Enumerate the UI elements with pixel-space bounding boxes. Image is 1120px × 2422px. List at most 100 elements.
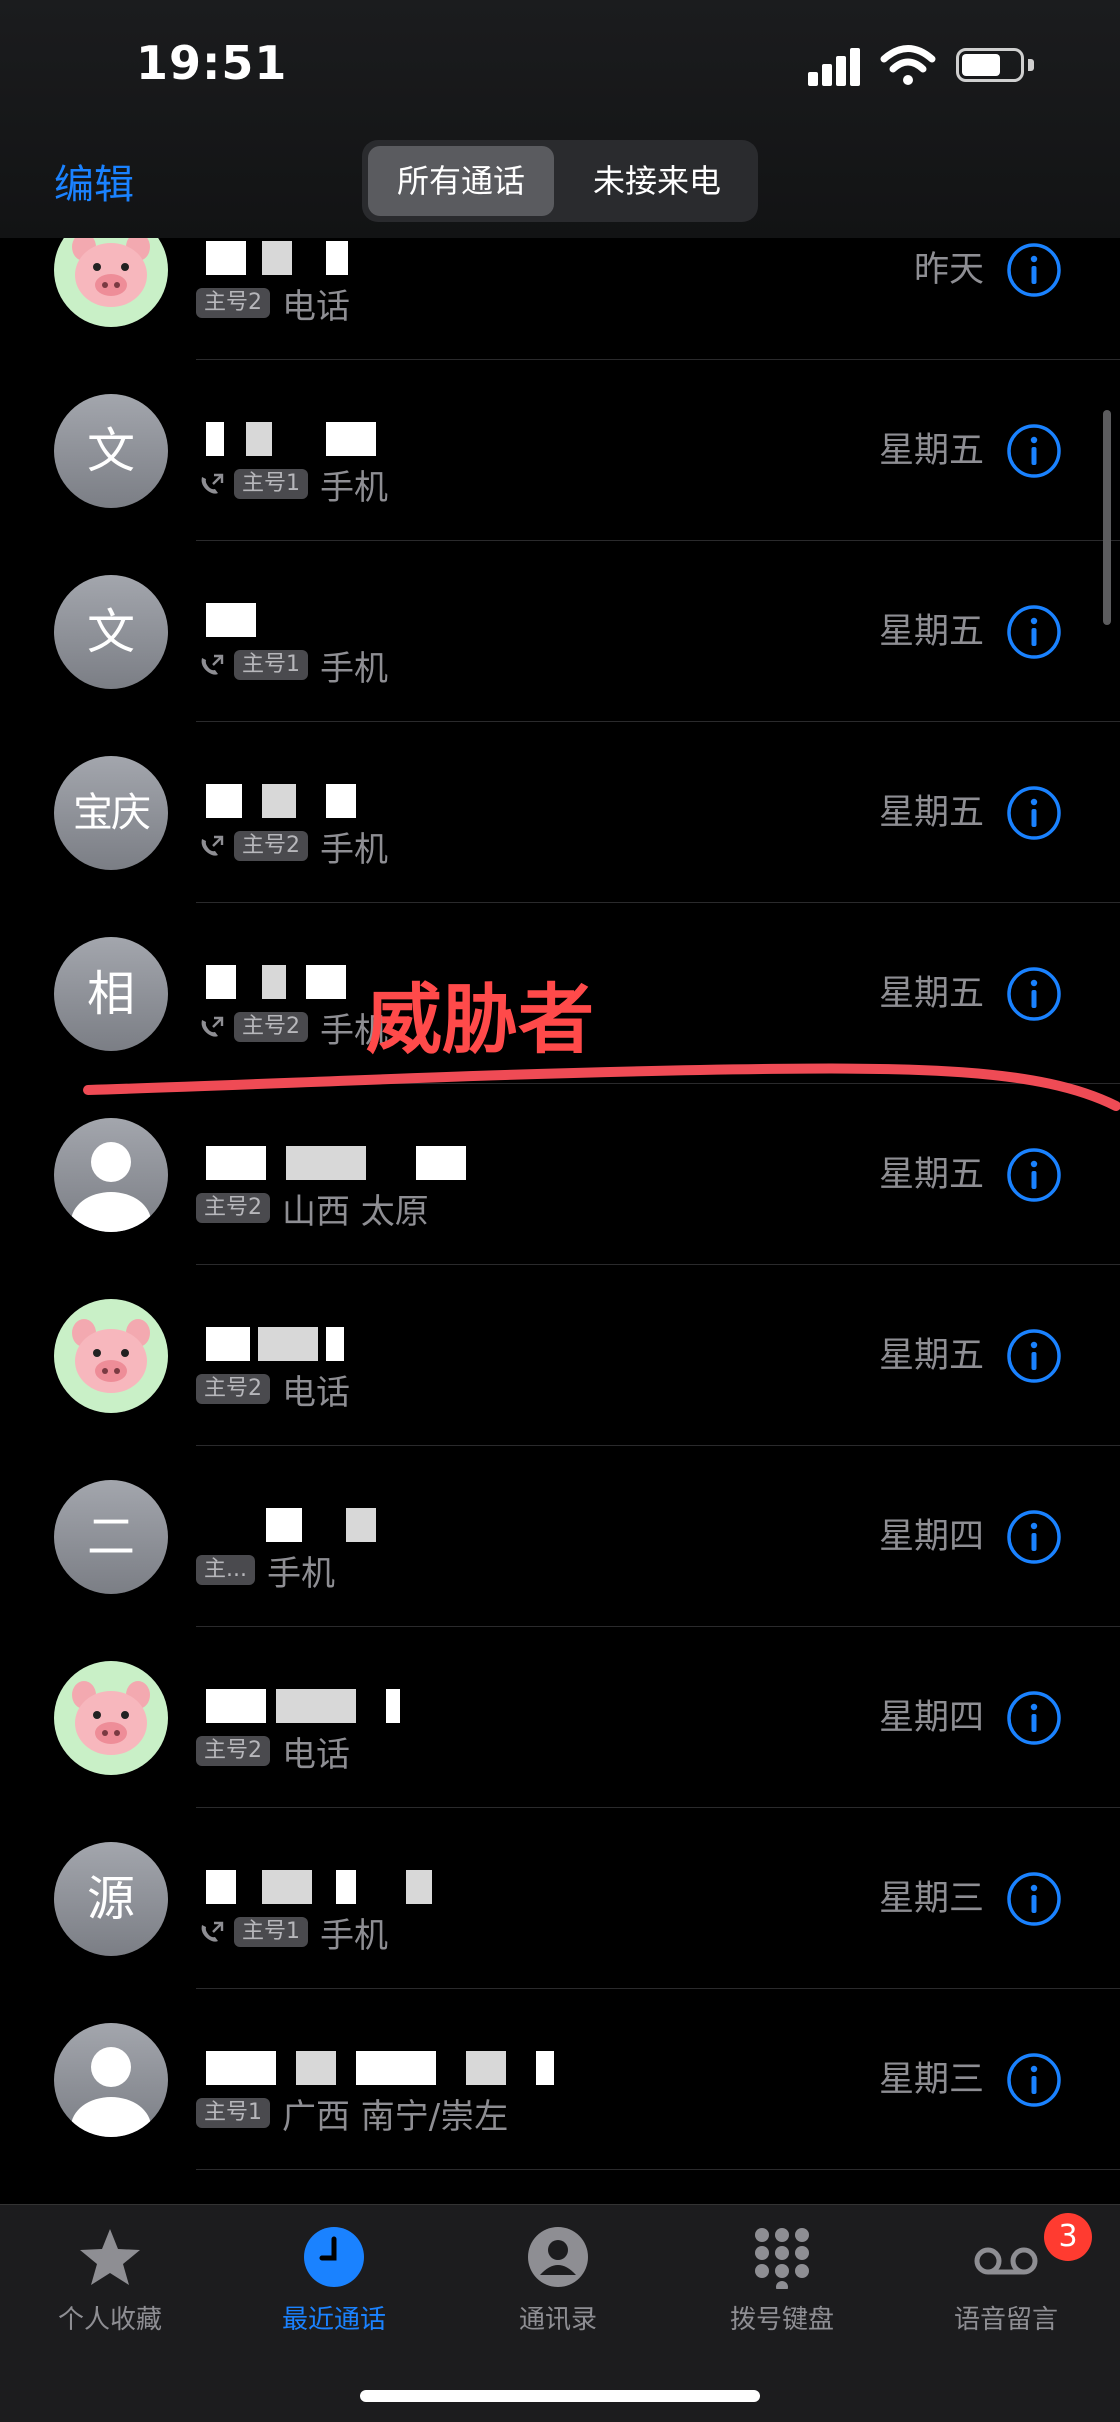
- call-date: 星期三: [878, 2060, 984, 2100]
- outgoing-call-icon: [201, 1016, 224, 1037]
- info-circle-icon[interactable]: [1006, 1147, 1062, 1203]
- contact-avatar: 二: [54, 1480, 168, 1594]
- call-date: 星期三: [878, 1879, 984, 1919]
- call-subtitle: 主号2 电话: [196, 283, 350, 327]
- person-avatar-icon: [54, 1118, 168, 1232]
- segment-missed-calls[interactable]: 未接来电: [562, 146, 752, 216]
- status-time: 19:51: [136, 36, 288, 90]
- clock-icon: [304, 2227, 364, 2287]
- tab-recents[interactable]: 最近通话: [224, 2219, 444, 2359]
- person-circle-icon: [528, 2227, 588, 2287]
- star-icon: [80, 2229, 140, 2285]
- call-date: 星期五: [878, 431, 984, 471]
- call-date: 星期五: [878, 974, 984, 1014]
- call-subtitle: 主号1 广西 南宁/崇左: [196, 2093, 508, 2137]
- scroll-indicator[interactable]: [1103, 410, 1111, 625]
- sim-badge: 主号2: [234, 831, 308, 861]
- outgoing-call-icon: [201, 654, 224, 675]
- home-indicator[interactable]: [360, 2390, 760, 2402]
- edit-button[interactable]: 编辑: [54, 152, 134, 210]
- person-avatar-icon: [54, 2023, 168, 2137]
- cellular-signal-icon: [808, 48, 864, 86]
- call-type-label: 手机: [320, 648, 388, 689]
- sim-badge: 主号2: [234, 1012, 308, 1042]
- tab-keypad[interactable]: 拨号键盘: [672, 2219, 892, 2359]
- call-date: 星期五: [878, 612, 984, 652]
- info-circle-icon[interactable]: [1006, 966, 1062, 1022]
- tab-label: 通讯录: [518, 2305, 597, 2335]
- call-row[interactable]: 主号2 电话 星期五: [0, 1265, 1120, 1446]
- outgoing-call-icon: [201, 473, 224, 494]
- info-circle-icon[interactable]: [1006, 423, 1062, 479]
- call-type-label: 手机: [320, 1915, 388, 1956]
- tab-favorites[interactable]: 个人收藏: [0, 2219, 220, 2359]
- call-type-label: 手机: [320, 467, 388, 508]
- call-subtitle: 主号1 手机: [196, 645, 388, 689]
- call-row[interactable]: 主号2 电话 星期四: [0, 1627, 1120, 1808]
- call-subtitle: 主号2 手机: [196, 826, 388, 870]
- pig-avatar-icon: [54, 1299, 168, 1413]
- info-circle-icon[interactable]: [1006, 1690, 1062, 1746]
- sim-badge: 主号1: [234, 469, 308, 499]
- info-circle-icon[interactable]: [1006, 1509, 1062, 1565]
- battery-icon: [956, 48, 1036, 84]
- call-subtitle: 主... 手机: [196, 1550, 335, 1594]
- call-row[interactable]: 二主... 手机 星期四: [0, 1446, 1120, 1627]
- info-circle-icon[interactable]: [1006, 242, 1062, 298]
- call-subtitle: 主号1 手机: [196, 1912, 388, 1956]
- info-circle-icon[interactable]: [1006, 785, 1062, 841]
- call-type-label: 电话: [282, 286, 350, 327]
- annotation-underline: [83, 1063, 1120, 1111]
- call-subtitle: 主号2 电话: [196, 1369, 350, 1413]
- info-circle-icon[interactable]: [1006, 1871, 1062, 1927]
- sim-badge: 主号1: [196, 2098, 270, 2128]
- contact-avatar: 相: [54, 937, 168, 1051]
- call-type-label: 手机: [266, 1553, 335, 1594]
- call-row[interactable]: 主号1 广西 南宁/崇左 星期三: [0, 1989, 1120, 2170]
- pig-avatar-icon: [54, 1661, 168, 1775]
- call-row[interactable]: 宝庆主号2 手机 星期五: [0, 722, 1120, 903]
- call-type-label: 电话: [282, 1372, 350, 1413]
- call-type-label: 手机: [320, 829, 388, 870]
- sim-badge: 主号2: [196, 1193, 270, 1223]
- pig-avatar-icon: [54, 238, 168, 327]
- row-divider: [196, 2169, 1120, 2170]
- contact-avatar: 宝庆: [54, 756, 168, 870]
- call-type-label: 山西 太原: [282, 1191, 429, 1232]
- contact-avatar: 源: [54, 1842, 168, 1956]
- call-subtitle: 主号2 电话: [196, 1731, 350, 1775]
- sim-badge: 主号2: [196, 1374, 270, 1404]
- call-row[interactable]: 文主号1 手机 星期五: [0, 360, 1120, 541]
- call-date: 星期四: [878, 1517, 984, 1557]
- phone-screen: 19:51 编辑 所有通话 未接来电 主号2 电话 昨天文主号1 手机 星期五文主号1 手…: [0, 0, 1120, 2422]
- call-date: 星期四: [878, 1698, 984, 1738]
- call-date: 星期五: [878, 793, 984, 833]
- tab-label: 语音留言: [953, 2305, 1058, 2335]
- call-row[interactable]: 源主号1 手机 星期三: [0, 1808, 1120, 1989]
- recent-calls-list[interactable]: 主号2 电话 昨天文主号1 手机 星期五文主号1 手机 星期五 宝庆 主号2 手机 星期五相主号2 手…: [0, 238, 1120, 2204]
- info-circle-icon[interactable]: [1006, 604, 1062, 660]
- call-date: 昨天: [913, 250, 984, 290]
- segment-all-calls[interactable]: 所有通话: [368, 146, 554, 216]
- tab-voicemail[interactable]: 3 语音留言: [896, 2213, 1116, 2359]
- sim-badge: 主号1: [234, 650, 308, 680]
- call-row[interactable]: 文主号1 手机 星期五: [0, 541, 1120, 722]
- info-circle-icon[interactable]: [1006, 2052, 1062, 2108]
- voicemail-icon: [974, 2247, 1038, 2275]
- call-date: 星期五: [878, 1336, 984, 1376]
- sim-badge: 主号2: [196, 288, 270, 318]
- call-date: 星期五: [878, 1155, 984, 1195]
- voicemail-count-badge: 3: [1044, 2213, 1092, 2261]
- call-type-label: 广西 南宁/崇左: [282, 2096, 509, 2137]
- call-subtitle: 主号1 手机: [196, 464, 388, 508]
- call-type-label: 电话: [282, 1734, 350, 1775]
- wifi-icon: [880, 45, 936, 85]
- call-subtitle: 主号2 手机: [196, 1007, 388, 1051]
- calls-filter-segmented-control: 所有通话 未接来电: [362, 140, 758, 222]
- call-row[interactable]: 主号2 电话 昨天: [0, 238, 1120, 360]
- tab-contacts[interactable]: 通讯录: [448, 2219, 668, 2359]
- info-circle-icon[interactable]: [1006, 1328, 1062, 1384]
- sim-badge: 主号1: [234, 1917, 308, 1947]
- tab-label: 拨号键盘: [729, 2305, 834, 2335]
- header: 19:51 编辑 所有通话 未接来电: [0, 0, 1120, 238]
